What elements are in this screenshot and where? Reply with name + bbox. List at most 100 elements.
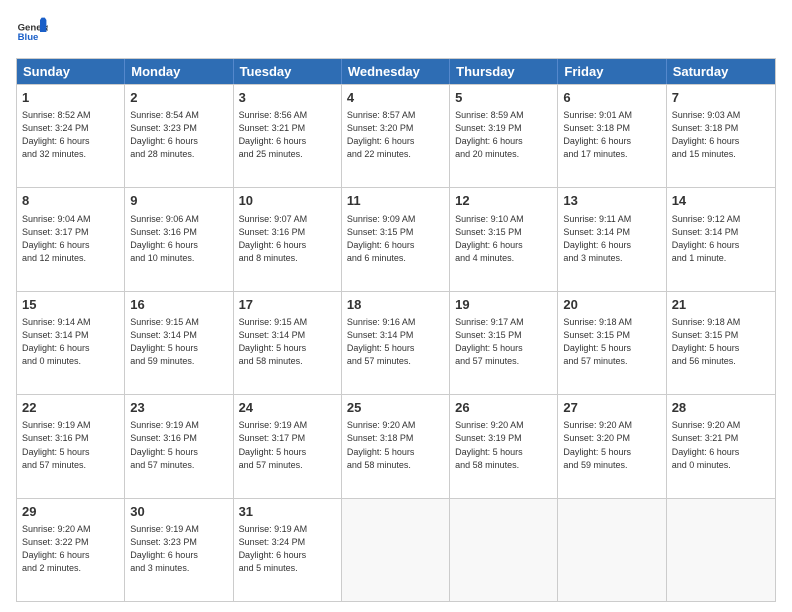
day-number: 23	[130, 399, 227, 417]
day-info: Sunrise: 9:03 AM Sunset: 3:18 PM Dayligh…	[672, 109, 770, 161]
calendar-cell: 10 Sunrise: 9:07 AM Sunset: 3:16 PM Dayli…	[234, 188, 342, 290]
calendar-week-4: 22 Sunrise: 9:19 AM Sunset: 3:16 PM Dayli…	[17, 394, 775, 497]
day-info: Sunrise: 9:19 AM Sunset: 3:16 PM Dayligh…	[130, 419, 227, 471]
calendar-cell: 29Sunrise: 9:20 AM Sunset: 3:22 PM Dayli…	[17, 499, 125, 601]
day-info: Sunrise: 9:17 AM Sunset: 3:15 PM Dayligh…	[455, 316, 552, 368]
header-day-sunday: Sunday	[17, 59, 125, 84]
calendar-header: SundayMondayTuesdayWednesdayThursdayFrid…	[17, 59, 775, 84]
day-number: 14	[672, 192, 770, 210]
day-info: Sunrise: 9:12 AM Sunset: 3:14 PM Dayligh…	[672, 213, 770, 265]
day-number: 15	[22, 296, 119, 314]
header-day-monday: Monday	[125, 59, 233, 84]
calendar-cell: 31 Sunrise: 9:19 AM Sunset: 3:24 PM Dayli…	[234, 499, 342, 601]
svg-text:Blue: Blue	[18, 32, 39, 43]
calendar-body: 1 Sunrise: 8:52 AM Sunset: 3:24 PM Daylig…	[17, 84, 775, 601]
calendar-cell: 19 Sunrise: 9:17 AM Sunset: 3:15 PM Dayli…	[450, 292, 558, 394]
calendar-week-3: 15 Sunrise: 9:14 AM Sunset: 3:14 PM Dayli…	[17, 291, 775, 394]
day-info: Sunrise: 9:19 AM Sunset: 3:17 PM Dayligh…	[239, 419, 336, 471]
logo-icon: General Blue	[16, 16, 48, 48]
calendar-cell: 20Sunrise: 9:18 AM Sunset: 3:15 PM Dayli…	[558, 292, 666, 394]
day-number: 3	[239, 89, 336, 107]
day-info: Sunrise: 9:19 AM Sunset: 3:24 PM Dayligh…	[239, 523, 336, 575]
calendar-cell: 1 Sunrise: 8:52 AM Sunset: 3:24 PM Daylig…	[17, 85, 125, 187]
day-info: Sunrise: 9:14 AM Sunset: 3:14 PM Dayligh…	[22, 316, 119, 368]
day-info: Sunrise: 8:56 AM Sunset: 3:21 PM Dayligh…	[239, 109, 336, 161]
calendar-cell	[342, 499, 450, 601]
day-number: 22	[22, 399, 119, 417]
day-number: 19	[455, 296, 552, 314]
day-number: 17	[239, 296, 336, 314]
day-number: 5	[455, 89, 552, 107]
day-number: 31	[239, 503, 336, 521]
day-number: 30	[130, 503, 227, 521]
day-number: 18	[347, 296, 444, 314]
day-number: 8	[22, 192, 119, 210]
calendar-cell: 26Sunrise: 9:20 AM Sunset: 3:19 PM Dayli…	[450, 395, 558, 497]
calendar-cell: 15 Sunrise: 9:14 AM Sunset: 3:14 PM Dayli…	[17, 292, 125, 394]
day-number: 28	[672, 399, 770, 417]
calendar-week-5: 29Sunrise: 9:20 AM Sunset: 3:22 PM Dayli…	[17, 498, 775, 601]
day-info: Sunrise: 9:06 AM Sunset: 3:16 PM Dayligh…	[130, 213, 227, 265]
calendar-cell	[450, 499, 558, 601]
day-info: Sunrise: 8:59 AM Sunset: 3:19 PM Dayligh…	[455, 109, 552, 161]
day-number: 7	[672, 89, 770, 107]
calendar-cell: 8 Sunrise: 9:04 AM Sunset: 3:17 PM Daylig…	[17, 188, 125, 290]
calendar-cell: 13 Sunrise: 9:11 AM Sunset: 3:14 PM Dayli…	[558, 188, 666, 290]
calendar-cell	[558, 499, 666, 601]
calendar-cell: 17Sunrise: 9:15 AM Sunset: 3:14 PM Dayli…	[234, 292, 342, 394]
day-number: 24	[239, 399, 336, 417]
header-day-thursday: Thursday	[450, 59, 558, 84]
day-info: Sunrise: 9:18 AM Sunset: 3:15 PM Dayligh…	[563, 316, 660, 368]
calendar-cell: 7 Sunrise: 9:03 AM Sunset: 3:18 PM Daylig…	[667, 85, 775, 187]
calendar-cell: 27Sunrise: 9:20 AM Sunset: 3:20 PM Dayli…	[558, 395, 666, 497]
day-info: Sunrise: 9:07 AM Sunset: 3:16 PM Dayligh…	[239, 213, 336, 265]
calendar-cell: 22 Sunrise: 9:19 AM Sunset: 3:16 PM Dayli…	[17, 395, 125, 497]
day-number: 4	[347, 89, 444, 107]
day-number: 26	[455, 399, 552, 417]
day-info: Sunrise: 9:20 AM Sunset: 3:18 PM Dayligh…	[347, 419, 444, 471]
day-info: Sunrise: 9:11 AM Sunset: 3:14 PM Dayligh…	[563, 213, 660, 265]
calendar-cell: 21Sunrise: 9:18 AM Sunset: 3:15 PM Dayli…	[667, 292, 775, 394]
day-info: Sunrise: 9:04 AM Sunset: 3:17 PM Dayligh…	[22, 213, 119, 265]
day-info: Sunrise: 9:10 AM Sunset: 3:15 PM Dayligh…	[455, 213, 552, 265]
calendar-cell: 30 Sunrise: 9:19 AM Sunset: 3:23 PM Dayli…	[125, 499, 233, 601]
day-info: Sunrise: 9:16 AM Sunset: 3:14 PM Dayligh…	[347, 316, 444, 368]
calendar-cell: 5 Sunrise: 8:59 AM Sunset: 3:19 PM Daylig…	[450, 85, 558, 187]
day-info: Sunrise: 8:52 AM Sunset: 3:24 PM Dayligh…	[22, 109, 119, 161]
logo: General Blue	[16, 16, 52, 48]
calendar-week-1: 1 Sunrise: 8:52 AM Sunset: 3:24 PM Daylig…	[17, 84, 775, 187]
calendar: SundayMondayTuesdayWednesdayThursdayFrid…	[16, 58, 776, 602]
calendar-cell: 3 Sunrise: 8:56 AM Sunset: 3:21 PM Daylig…	[234, 85, 342, 187]
calendar-cell: 24 Sunrise: 9:19 AM Sunset: 3:17 PM Dayli…	[234, 395, 342, 497]
page-header: General Blue	[16, 16, 776, 48]
day-info: Sunrise: 9:15 AM Sunset: 3:14 PM Dayligh…	[130, 316, 227, 368]
day-number: 11	[347, 192, 444, 210]
calendar-cell: 25Sunrise: 9:20 AM Sunset: 3:18 PM Dayli…	[342, 395, 450, 497]
calendar-cell: 18 Sunrise: 9:16 AM Sunset: 3:14 PM Dayli…	[342, 292, 450, 394]
day-number: 29	[22, 503, 119, 521]
day-number: 16	[130, 296, 227, 314]
day-info: Sunrise: 8:54 AM Sunset: 3:23 PM Dayligh…	[130, 109, 227, 161]
day-number: 2	[130, 89, 227, 107]
calendar-cell: 14 Sunrise: 9:12 AM Sunset: 3:14 PM Dayli…	[667, 188, 775, 290]
calendar-cell: 28 Sunrise: 9:20 AM Sunset: 3:21 PM Dayli…	[667, 395, 775, 497]
day-info: Sunrise: 9:19 AM Sunset: 3:23 PM Dayligh…	[130, 523, 227, 575]
calendar-cell: 6 Sunrise: 9:01 AM Sunset: 3:18 PM Daylig…	[558, 85, 666, 187]
header-day-friday: Friday	[558, 59, 666, 84]
day-info: Sunrise: 9:19 AM Sunset: 3:16 PM Dayligh…	[22, 419, 119, 471]
calendar-cell: 11Sunrise: 9:09 AM Sunset: 3:15 PM Dayli…	[342, 188, 450, 290]
calendar-cell: 4 Sunrise: 8:57 AM Sunset: 3:20 PM Daylig…	[342, 85, 450, 187]
day-number: 27	[563, 399, 660, 417]
calendar-cell: 9 Sunrise: 9:06 AM Sunset: 3:16 PM Daylig…	[125, 188, 233, 290]
day-info: Sunrise: 9:01 AM Sunset: 3:18 PM Dayligh…	[563, 109, 660, 161]
calendar-cell: 16 Sunrise: 9:15 AM Sunset: 3:14 PM Dayli…	[125, 292, 233, 394]
day-number: 13	[563, 192, 660, 210]
day-number: 10	[239, 192, 336, 210]
day-number: 6	[563, 89, 660, 107]
day-number: 1	[22, 89, 119, 107]
calendar-cell: 23 Sunrise: 9:19 AM Sunset: 3:16 PM Dayli…	[125, 395, 233, 497]
day-info: Sunrise: 9:20 AM Sunset: 3:21 PM Dayligh…	[672, 419, 770, 471]
day-info: Sunrise: 8:57 AM Sunset: 3:20 PM Dayligh…	[347, 109, 444, 161]
header-day-wednesday: Wednesday	[342, 59, 450, 84]
day-number: 9	[130, 192, 227, 210]
